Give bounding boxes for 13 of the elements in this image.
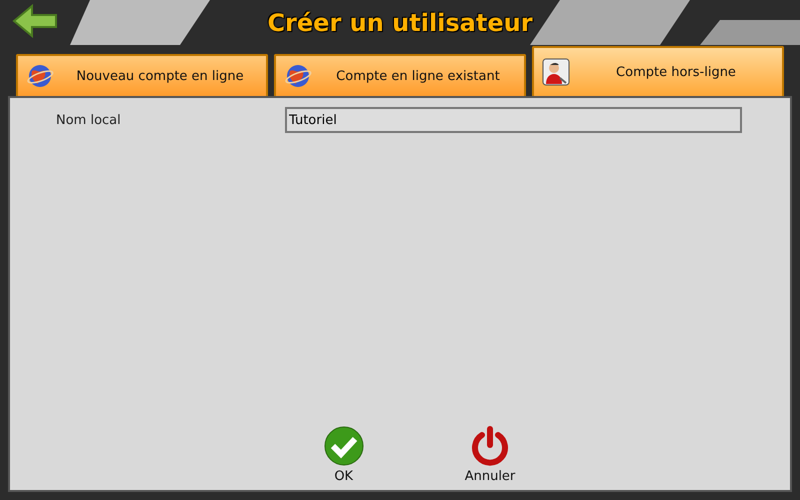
ok-button[interactable]: OK: [322, 425, 365, 484]
tab[interactable]: Compte en ligne existant: [274, 54, 526, 96]
check-icon: [322, 425, 365, 467]
tab[interactable]: Compte hors-ligne: [532, 46, 784, 96]
globe-icon: [284, 62, 312, 90]
screen-title: Créer un utilisateur: [267, 9, 533, 37]
name-field[interactable]: Tutoriel: [285, 107, 742, 133]
user-icon: [542, 58, 570, 86]
tab[interactable]: Nouveau compte en ligne: [16, 54, 268, 96]
cancel-button[interactable]: Annuler: [464, 425, 516, 484]
back-arrow-icon[interactable]: [12, 4, 58, 38]
globe-icon: [26, 62, 54, 90]
field-label: Nom local: [56, 112, 122, 128]
